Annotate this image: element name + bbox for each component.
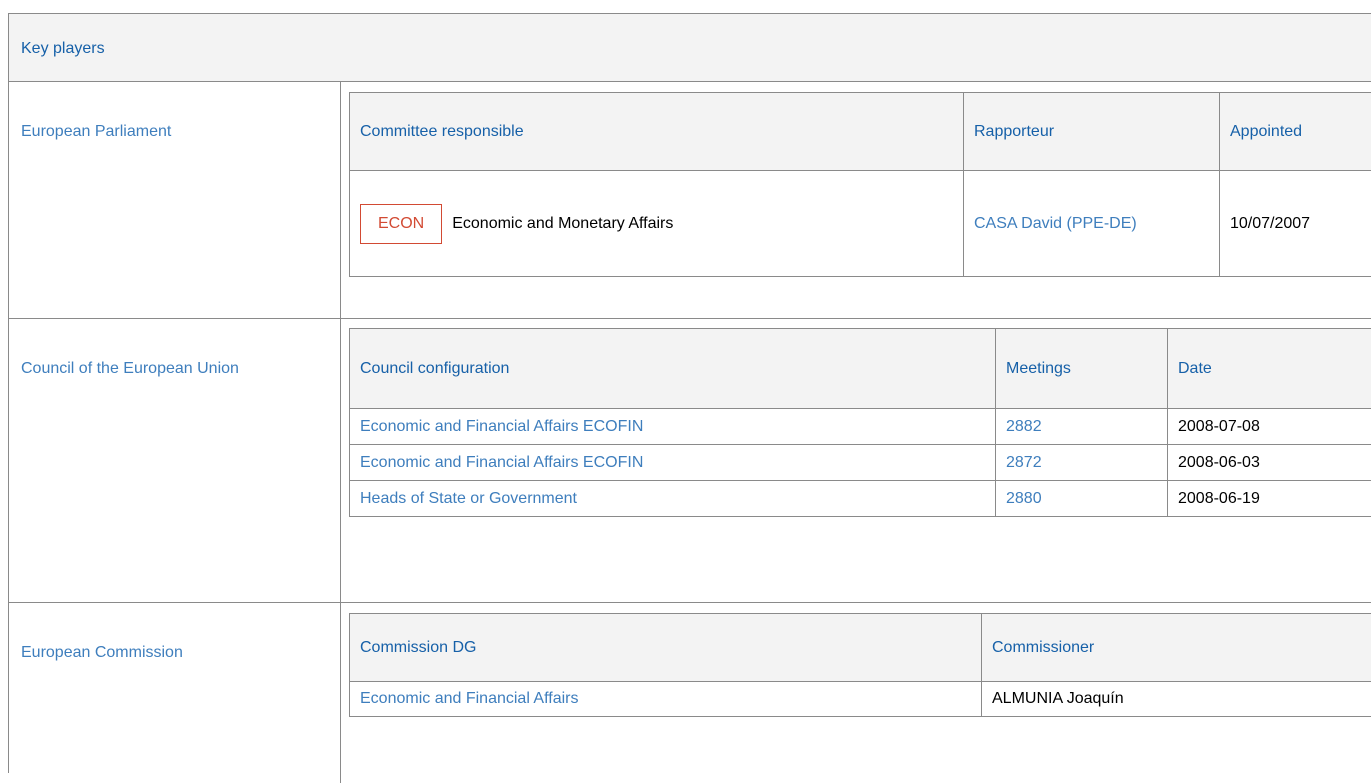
- commissioner-name: ALMUNIA Joaquín: [982, 682, 1371, 717]
- commission-dg-link[interactable]: Economic and Financial Affairs: [360, 690, 578, 707]
- meeting-link[interactable]: 2872: [1006, 454, 1042, 471]
- section-council: Council of the European Union Council co…: [9, 319, 1371, 603]
- table-row: ECON Economic and Monetary Affairs CASA D…: [350, 171, 1371, 277]
- council-configuration-link[interactable]: Economic and Financial Affairs ECOFIN: [360, 418, 643, 435]
- commission-link[interactable]: European Commission: [21, 644, 183, 662]
- meeting-link[interactable]: 2882: [1006, 418, 1042, 435]
- council-configuration-link[interactable]: Heads of State or Government: [360, 490, 577, 507]
- rapporteur-link[interactable]: CASA David (PPE-DE): [974, 215, 1137, 232]
- table-row: Economic and Financial Affairs ALMUNIA J…: [350, 682, 1371, 717]
- section-divider: [340, 319, 341, 602]
- meeting-date: 2008-06-19: [1168, 481, 1371, 517]
- commission-table: Commission DG Commissioner Economic and …: [349, 613, 1371, 717]
- column-header-commissioner: Commissioner: [982, 614, 1371, 682]
- column-header-dg: Commission DG: [350, 614, 982, 682]
- key-players-panel: Key players European Parliament Committe…: [8, 13, 1371, 773]
- column-header-date: Date: [1168, 329, 1371, 409]
- council-link[interactable]: Council of the European Union: [21, 360, 239, 378]
- column-header-appointed: Appointed: [1220, 93, 1371, 171]
- council-configuration-link[interactable]: Economic and Financial Affairs ECOFIN: [360, 454, 643, 471]
- meeting-date: 2008-06-03: [1168, 445, 1371, 481]
- meeting-date: 2008-07-08: [1168, 409, 1371, 445]
- table-row: Economic and Financial Affairs ECOFIN 28…: [350, 445, 1371, 481]
- key-players-title: Key players: [21, 40, 105, 58]
- parliament-table: Committee responsible Rapporteur Appoint…: [349, 92, 1371, 277]
- column-header-configuration: Council configuration: [350, 329, 996, 409]
- column-header-rapporteur: Rapporteur: [964, 93, 1220, 171]
- committee-name: Economic and Monetary Affairs: [452, 215, 673, 232]
- table-header-row: Commission DG Commissioner: [350, 614, 1371, 682]
- column-header-meetings: Meetings: [996, 329, 1168, 409]
- meeting-link[interactable]: 2880: [1006, 490, 1042, 507]
- rapporteur-cell: CASA David (PPE-DE): [964, 171, 1220, 277]
- committee-cell: ECON Economic and Monetary Affairs: [350, 171, 964, 277]
- key-players-header: Key players: [9, 14, 1371, 82]
- section-divider: [340, 82, 341, 318]
- table-row: Economic and Financial Affairs ECOFIN 28…: [350, 409, 1371, 445]
- council-table: Council configuration Meetings Date Econ…: [349, 328, 1371, 517]
- table-row: Heads of State or Government 2880 2008-0…: [350, 481, 1371, 517]
- table-header-row: Committee responsible Rapporteur Appoint…: [350, 93, 1371, 171]
- european-parliament-link[interactable]: European Parliament: [21, 123, 171, 141]
- column-header-committee: Committee responsible: [350, 93, 964, 171]
- table-header-row: Council configuration Meetings Date: [350, 329, 1371, 409]
- section-divider: [340, 603, 341, 783]
- section-european-parliament: European Parliament Committee responsibl…: [9, 82, 1371, 319]
- section-commission: European Commission Commission DG Commis…: [9, 603, 1371, 783]
- committee-badge-econ[interactable]: ECON: [360, 204, 442, 244]
- appointed-date: 10/07/2007: [1220, 171, 1371, 277]
